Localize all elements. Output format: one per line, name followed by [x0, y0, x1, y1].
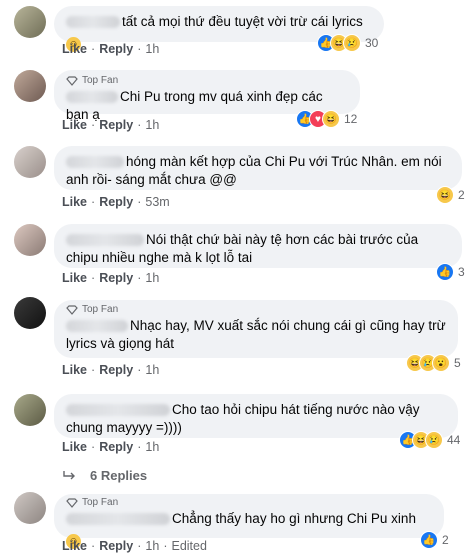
reaction-count: 30 — [365, 36, 379, 50]
like-link[interactable]: Like — [62, 42, 87, 56]
redacted-name — [66, 91, 118, 104]
redacted-name — [66, 234, 144, 247]
avatar[interactable] — [14, 146, 46, 178]
comment-actions: Like · Reply · 1h — [62, 440, 160, 454]
reply-arrow-icon — [63, 470, 75, 479]
reaction-summary[interactable]: 👍 😆 😢 30 — [317, 34, 378, 52]
haha-reaction-icon: 😆 — [322, 110, 340, 128]
like-reaction-icon: 👍 — [420, 531, 438, 549]
like-link[interactable]: Like — [62, 363, 87, 377]
replies-count-label: 6 Replies — [90, 468, 148, 483]
reaction-count: 12 — [344, 112, 358, 126]
view-replies-link[interactable]: 6 Replies — [62, 468, 147, 483]
like-link[interactable]: Like — [62, 271, 87, 285]
like-link[interactable]: Like — [62, 195, 87, 209]
comment-actions: Like · Reply · 1h — [62, 42, 159, 56]
sad-reaction-icon: 😢 — [425, 431, 443, 449]
reaction-summary[interactable]: 👍 😆 😢 44 — [399, 431, 460, 449]
redacted-name — [66, 16, 120, 29]
edited-label[interactable]: Edited — [171, 539, 206, 553]
comment-actions: Like · Reply · 1h — [62, 118, 160, 132]
like-link[interactable]: Like — [62, 118, 87, 132]
reply-link[interactable]: Reply — [99, 271, 133, 285]
avatar[interactable] — [14, 6, 46, 38]
timestamp[interactable]: 53m — [145, 195, 169, 209]
comment-text: Chẳng thấy hay ho gì nhưng Chi Pu xinh — [172, 511, 416, 526]
reaction-summary[interactable]: 😆 2 — [436, 186, 465, 204]
reply-link[interactable]: Reply — [99, 440, 133, 454]
reaction-summary[interactable]: 👍 2 — [420, 531, 449, 549]
reply-link[interactable]: Reply — [99, 539, 133, 553]
haha-reaction-icon: 😆 — [436, 186, 454, 204]
comment-bubble: Top Fan Chẳng thấy hay ho gì nhưng Chi P… — [54, 494, 444, 549]
diamond-badge-icon — [66, 497, 78, 508]
like-reaction-icon: 👍 — [436, 263, 454, 281]
timestamp[interactable]: 1h — [145, 118, 159, 132]
avatar[interactable] — [14, 224, 46, 256]
comment-bubble: hóng màn kết hợp của Chi Pu với Trúc Nhâ… — [54, 146, 462, 190]
comment-text: tất cả mọi thứ đều tuyệt vời trừ cái lyr… — [122, 14, 363, 29]
top-fan-label: Top Fan — [66, 75, 348, 86]
reaction-count: 2 — [442, 533, 449, 547]
separator: · — [91, 42, 96, 56]
like-link[interactable]: Like — [62, 539, 87, 553]
like-link[interactable]: Like — [62, 440, 87, 454]
comment-bubble: Top Fan Nhạc hay, MV xuất sắc nói chung … — [54, 300, 458, 358]
reaction-count: 44 — [447, 433, 461, 447]
reaction-count: 5 — [454, 356, 461, 370]
reaction-summary[interactable]: 😆 😢 😮 5 — [406, 354, 461, 372]
avatar[interactable] — [14, 394, 46, 426]
comment-bubble: Nói thật chứ bài này tệ hơn các bài trướ… — [54, 224, 462, 268]
reply-link[interactable]: Reply — [99, 195, 133, 209]
reaction-count: 3 — [458, 265, 465, 279]
timestamp[interactable]: 1h — [145, 539, 159, 553]
comment-actions: Like · Reply · 1h · Edited — [62, 539, 207, 553]
separator: · — [137, 42, 142, 56]
sad-reaction-icon: 😢 — [343, 34, 361, 52]
avatar[interactable] — [14, 492, 46, 524]
timestamp[interactable]: 1h — [145, 42, 159, 56]
top-fan-label: Top Fan — [66, 304, 446, 315]
wow-reaction-icon: 😮 — [432, 354, 450, 372]
reply-link[interactable]: Reply — [99, 363, 133, 377]
redacted-name — [66, 320, 128, 333]
top-fan-label: Top Fan — [66, 497, 432, 508]
reaction-summary[interactable]: 👍 3 — [436, 263, 465, 281]
comment-bubble: Top Fan Chi Pu trong mv quá xinh đẹp các… — [54, 70, 360, 122]
redacted-name — [66, 404, 170, 417]
timestamp[interactable]: 1h — [145, 271, 159, 285]
redacted-name — [66, 156, 124, 169]
timestamp[interactable]: 1h — [145, 363, 159, 377]
comment-bubble: Cho tao hỏi chipu hát tiếng nước nào vậy… — [54, 394, 458, 438]
avatar[interactable] — [14, 297, 46, 329]
comment-actions: Like · Reply · 1h — [62, 363, 160, 377]
avatar[interactable] — [14, 70, 46, 102]
comment-actions: Like · Reply · 53m — [62, 195, 170, 209]
diamond-badge-icon — [66, 75, 78, 86]
reaction-summary[interactable]: 👍 ♥ 😆 12 — [296, 110, 357, 128]
reply-link[interactable]: Reply — [99, 118, 133, 132]
timestamp[interactable]: 1h — [145, 440, 159, 454]
diamond-badge-icon — [66, 304, 78, 315]
reply-link[interactable]: Reply — [99, 42, 133, 56]
redacted-name — [66, 513, 170, 526]
comment-actions: Like · Reply · 1h — [62, 271, 160, 285]
reaction-count: 2 — [458, 188, 465, 202]
